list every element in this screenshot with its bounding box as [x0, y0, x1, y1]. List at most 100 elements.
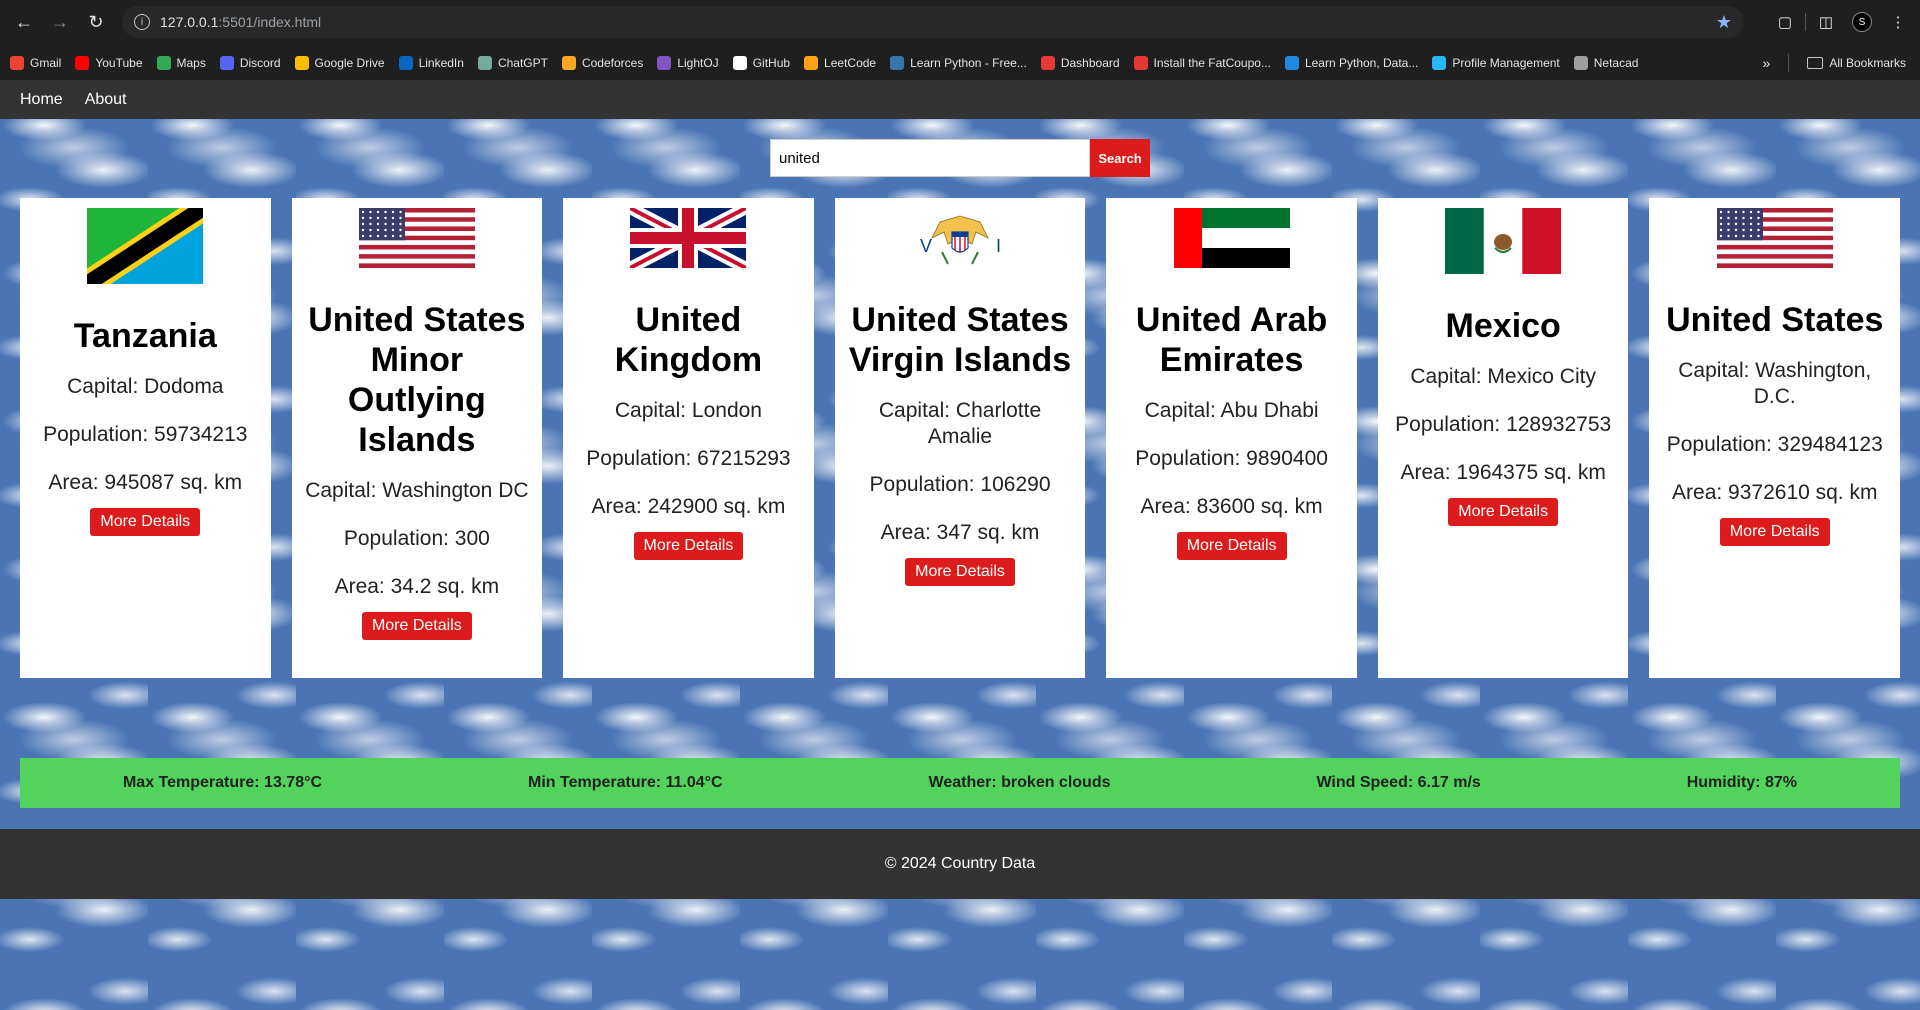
min-temperature: Min Temperature: 11.04°C — [527, 774, 723, 791]
side-panel-icon[interactable]: ◫ — [1810, 6, 1842, 38]
address-bar[interactable]: i 127.0.0.1:5501/index.html ★ — [122, 6, 1744, 38]
country-capital: Capital: Charlotte Amalie — [878, 399, 1042, 448]
country-population: Population: 59734213 — [43, 423, 248, 446]
country-name: United States — [1666, 301, 1884, 339]
bookmark-lightoj[interactable]: LightOJ — [657, 55, 719, 70]
bookmark-favicon-icon — [1284, 55, 1299, 70]
bookmark-google-drive[interactable]: Google Drive — [294, 55, 385, 70]
uk-flag-icon — [630, 208, 747, 268]
bookmark-chatgpt[interactable]: ChatGPT — [477, 55, 548, 70]
usvi-flag-icon: VI — [902, 208, 1019, 268]
country-area: Area: 1964375 sq. km — [1400, 461, 1606, 484]
mexico-flag-icon — [1445, 208, 1562, 274]
bookmark-discord[interactable]: Discord — [219, 55, 281, 70]
bookmark-linkedin[interactable]: LinkedIn — [398, 55, 464, 70]
bookmark-netacad[interactable]: Netacad — [1573, 55, 1638, 70]
bookmark-favicon-icon — [1133, 55, 1148, 70]
country-card: United Kingdom Capital: London Populatio… — [563, 198, 814, 678]
country-capital: Capital: Abu Dhabi — [1144, 399, 1319, 422]
bookmark-favicon-icon — [10, 55, 24, 70]
more-details-button[interactable]: More Details — [633, 532, 744, 560]
bookmark-favicon-icon — [732, 55, 747, 70]
site-info-icon[interactable]: i — [134, 14, 150, 30]
bookmark-favicon-icon — [890, 55, 905, 70]
country-capital: Capital: Mexico City — [1410, 365, 1596, 388]
bookmark-youtube[interactable]: YouTube — [75, 55, 143, 70]
country-area: Area: 83600 sq. km — [1140, 495, 1323, 518]
country-population: Population: 67215293 — [586, 447, 791, 470]
bookmark-favicon-icon — [561, 55, 576, 70]
bookmark-dashboard[interactable]: Dashboard — [1040, 55, 1120, 70]
uae-flag-icon — [1173, 208, 1290, 268]
tanzania-flag-icon — [87, 208, 204, 284]
bookmark-favicon-icon — [1040, 55, 1055, 70]
bookmark-star-icon[interactable]: ★ — [1716, 12, 1732, 33]
bookmarks-overflow-icon[interactable]: » — [1763, 55, 1771, 71]
bookmark-favicon-icon — [75, 55, 90, 70]
country-area: Area: 945087 sq. km — [48, 471, 243, 494]
bookmark-learn-python-data[interactable]: Learn Python, Data... — [1284, 55, 1418, 70]
country-name: Mexico — [1445, 307, 1561, 345]
country-card: United Arab Emirates Capital: Abu Dhabi … — [1106, 198, 1357, 678]
us-flag-icon — [358, 208, 475, 268]
forward-icon[interactable]: → — [42, 5, 78, 41]
more-details-button[interactable]: More Details — [1176, 532, 1287, 560]
bookmark-favicon-icon — [1573, 55, 1588, 70]
max-temperature: Max Temperature: 13.78°C — [122, 774, 323, 791]
bookmark-github[interactable]: GitHub — [732, 55, 790, 70]
country-name: United States Virgin Islands — [848, 301, 1072, 379]
bookmark-profile-management[interactable]: Profile Management — [1432, 55, 1560, 70]
humidity: Humidity: 87% — [1686, 774, 1797, 791]
search-input[interactable] — [770, 139, 1090, 177]
country-population: Population: 128932753 — [1395, 413, 1612, 436]
country-population: Population: 329484123 — [1666, 433, 1883, 456]
weather-bar: Max Temperature: 13.78°C Min Temperature… — [20, 758, 1900, 808]
more-details-button[interactable]: More Details — [1719, 518, 1830, 546]
country-area: Area: 242900 sq. km — [591, 495, 786, 518]
search-form: Search — [770, 139, 1150, 177]
reload-icon[interactable]: ↻ — [78, 5, 114, 41]
country-name: Tanzania — [73, 317, 217, 355]
more-details-button[interactable]: More Details — [361, 612, 472, 640]
bookmark-favicon-icon — [1432, 55, 1447, 70]
bookmark-install-the-fatcoupo[interactable]: Install the FatCoupo... — [1133, 55, 1271, 70]
back-icon[interactable]: ← — [6, 5, 42, 41]
country-name: United Arab Emirates — [1135, 301, 1328, 379]
country-area: Area: 34.2 sq. km — [334, 575, 500, 598]
country-card: Tanzania Capital: Dodoma Population: 597… — [20, 198, 271, 678]
weather-condition: Weather: broken clouds — [928, 774, 1111, 791]
more-details-button[interactable]: More Details — [1448, 498, 1559, 526]
profile-avatar[interactable]: S — [1846, 6, 1878, 38]
country-name: United States Minor Outlying Islands — [308, 301, 526, 459]
country-capital: Capital: Washington DC — [305, 479, 529, 502]
country-capital: Capital: Dodoma — [67, 375, 224, 398]
bookmark-favicon-icon — [804, 55, 819, 70]
menu-kebab-icon[interactable]: ⋮ — [1882, 6, 1914, 38]
search-button[interactable]: Search — [1090, 139, 1150, 177]
site-navbar: Home About — [0, 81, 1920, 119]
bookmark-codeforces[interactable]: Codeforces — [561, 55, 643, 70]
country-cards: Tanzania Capital: Dodoma Population: 597… — [20, 198, 1901, 678]
country-capital: Capital: Washington, D.C. — [1678, 359, 1872, 408]
bookmark-learn-python-free[interactable]: Learn Python - Free... — [890, 55, 1027, 70]
bookmark-favicon-icon — [398, 55, 413, 70]
bookmark-gmail[interactable]: Gmail — [10, 55, 61, 70]
extensions-icon[interactable]: ▢ — [1769, 6, 1801, 38]
country-card: United States Capital: Washington, D.C. … — [1649, 198, 1901, 678]
us-flag-icon — [1716, 208, 1833, 268]
all-bookmarks-button[interactable]: All Bookmarks — [1807, 56, 1906, 70]
country-population: Population: 300 — [343, 527, 490, 550]
country-capital: Capital: London — [614, 399, 762, 422]
bookmark-maps[interactable]: Maps — [156, 55, 206, 70]
bookmark-leetcode[interactable]: LeetCode — [804, 55, 876, 70]
nav-home-link[interactable]: Home — [20, 91, 63, 109]
country-population: Population: 9890400 — [1135, 447, 1328, 470]
more-details-button[interactable]: More Details — [90, 508, 201, 536]
bookmark-favicon-icon — [657, 55, 672, 70]
svg-text:V: V — [920, 236, 932, 256]
site-footer: © 2024 Country Data — [0, 829, 1920, 899]
nav-about-link[interactable]: About — [85, 91, 127, 109]
country-name: United Kingdom — [614, 301, 763, 379]
more-details-button[interactable]: More Details — [905, 558, 1015, 586]
url-host: 127.0.0.1 — [160, 14, 219, 30]
